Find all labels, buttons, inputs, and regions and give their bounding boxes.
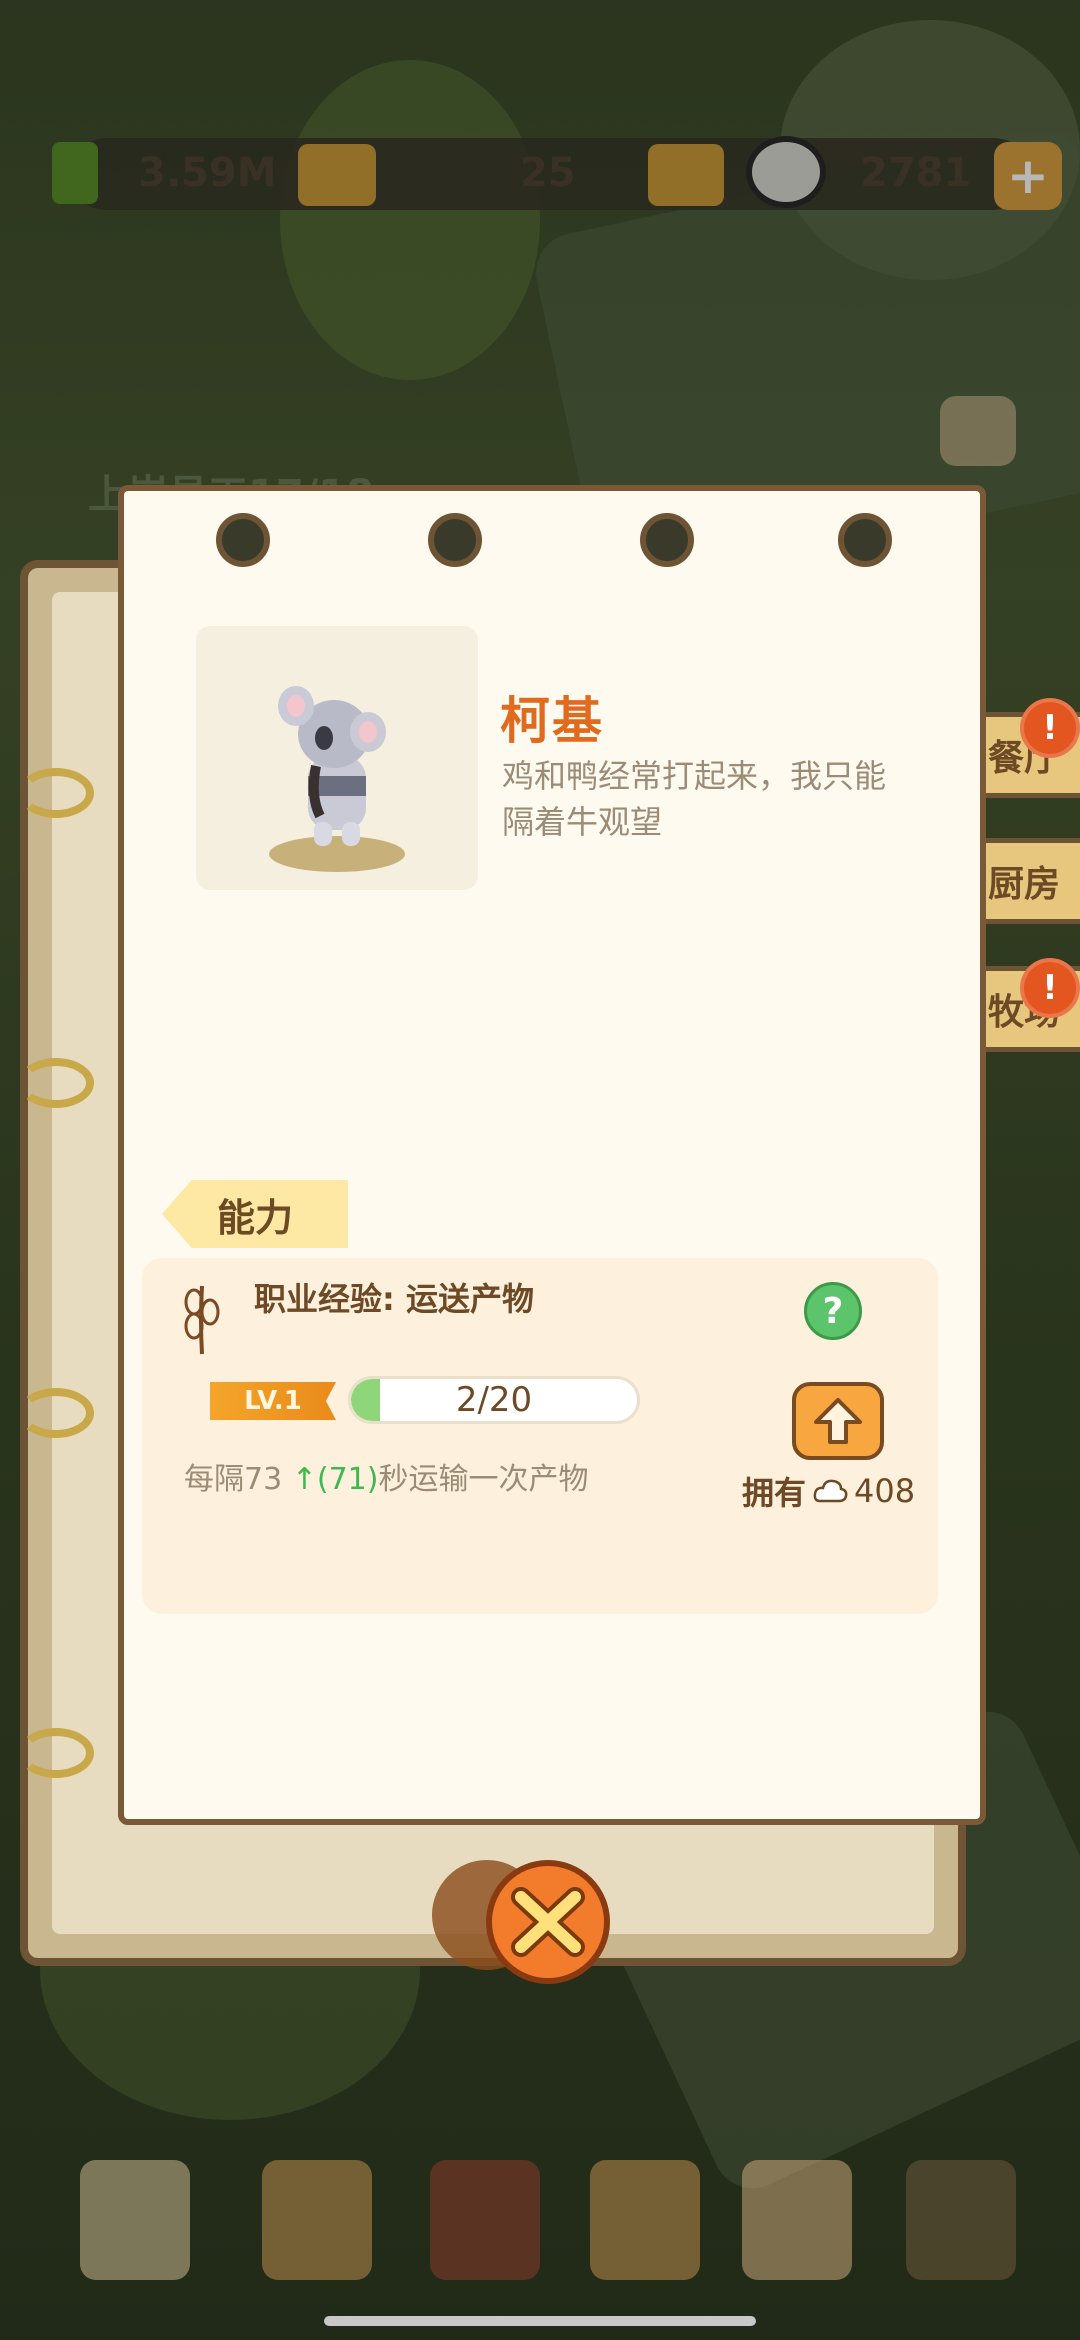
experience-progress-bar: 2/20: [348, 1376, 640, 1424]
binder-hole: [428, 513, 482, 567]
ability-tab-label: 能力: [216, 1195, 293, 1240]
toolbar-map-icon[interactable]: [80, 2160, 190, 2280]
job-experience-label: 职业经验: 运送产物: [254, 1280, 534, 1318]
toolbar-shop-icon[interactable]: [262, 2160, 372, 2280]
progress-text: 2/20: [455, 1380, 533, 1420]
toolbar-tools-icon[interactable]: [590, 2160, 700, 2280]
tab-kitchen-label: 厨房: [987, 864, 1060, 905]
koala-character-icon: [269, 686, 405, 872]
character-card: 柯基 鸡和鸭经常打起来，我只能隔着牛观望: [118, 485, 986, 1825]
binder-ring: [18, 1058, 94, 1108]
interval-new-value: (71): [316, 1462, 379, 1497]
question-icon: ?: [822, 1290, 844, 1332]
owned-count: 拥有 408: [742, 1468, 915, 1514]
level-badge: LV.1: [210, 1382, 336, 1420]
alert-badge: !: [1020, 958, 1080, 1018]
character-description: 鸡和鸭经常打起来，我只能隔着牛观望: [502, 757, 887, 841]
transport-interval-text: 每隔73 ↑(71)秒运输一次产物: [184, 1454, 588, 1498]
interval-prefix: 每隔73: [184, 1462, 292, 1497]
ability-tab[interactable]: 能力: [162, 1180, 348, 1248]
character-portrait: [196, 626, 478, 890]
help-button[interactable]: ?: [804, 1282, 862, 1340]
own-count-value: 408: [854, 1472, 916, 1510]
binder-ring: [18, 768, 94, 818]
wheat-icon: [184, 1285, 220, 1355]
binder-hole: [216, 513, 270, 567]
binder-hole: [838, 513, 892, 567]
binder-hole: [640, 513, 694, 567]
interval-suffix: 秒运输一次产物: [378, 1462, 589, 1497]
alert-badge: !: [1020, 698, 1080, 758]
interval-up-arrow: ↑: [291, 1462, 317, 1497]
ability-panel: 职业经验: 运送产物 ? LV.1 2/20 每隔73 ↑(71)秒运输一次产物…: [142, 1258, 938, 1614]
character-name: 柯基: [500, 692, 604, 750]
cloud-icon: [813, 1479, 848, 1503]
binder-ring: [18, 1728, 94, 1778]
close-button[interactable]: [486, 1860, 610, 1984]
toolbar-more-icon[interactable]: [906, 2160, 1016, 2280]
home-indicator[interactable]: [324, 2316, 756, 2326]
binder-ring: [18, 1388, 94, 1438]
toolbar-staff-icon[interactable]: [742, 2160, 852, 2280]
close-icon: [511, 1887, 585, 1957]
up-arrow-icon: [814, 1398, 862, 1444]
own-label: 拥有: [742, 1474, 807, 1512]
upgrade-button[interactable]: [792, 1382, 884, 1460]
toolbar-recipe-book-icon[interactable]: [430, 2160, 540, 2280]
